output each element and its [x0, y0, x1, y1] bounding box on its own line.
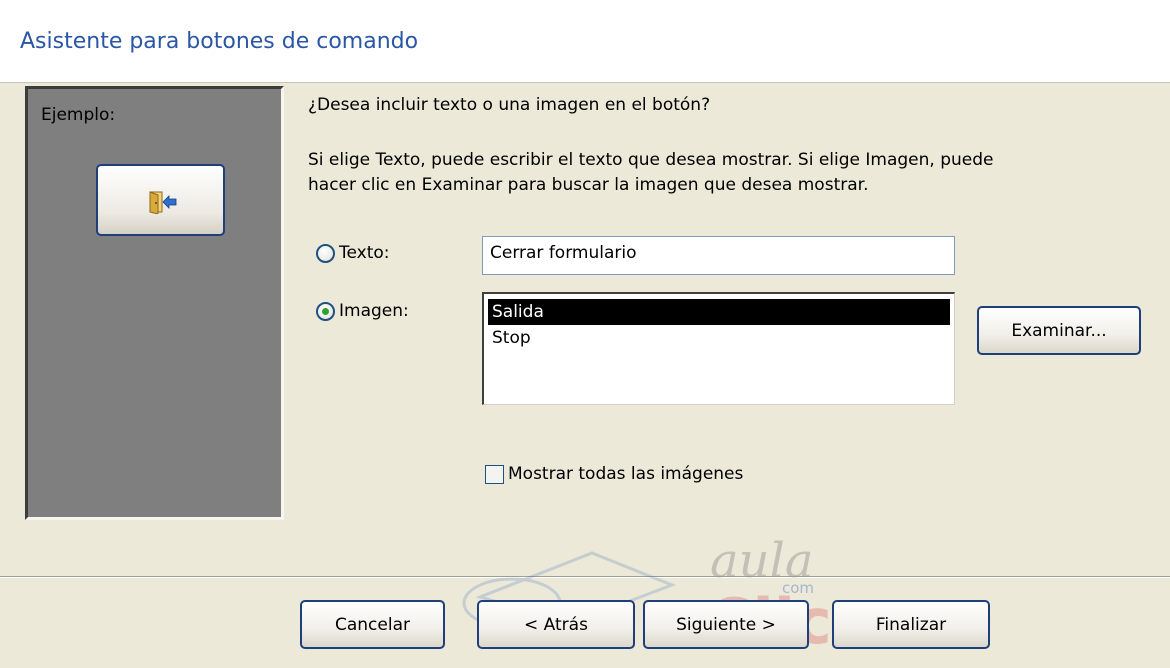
example-preview-panel: Ejemplo: [25, 86, 284, 520]
prompt-question: ¿Desea incluir texto o una imagen en el … [308, 95, 711, 115]
next-button[interactable]: Siguiente > [643, 600, 809, 649]
button-text-input[interactable]: Cerrar formulario [482, 236, 955, 275]
wizard-header: Asistente para botones de comando [0, 0, 1170, 83]
exit-door-icon [149, 191, 177, 214]
finish-button[interactable]: Finalizar [832, 600, 990, 649]
text-radio-label: Texto: [339, 243, 390, 263]
footer-divider-highlight [0, 577, 1170, 578]
text-option[interactable]: Texto: [316, 243, 390, 263]
example-label: Ejemplo: [41, 105, 116, 125]
text-radio[interactable] [316, 243, 335, 263]
show-all-images-label: Mostrar todas las imágenes [508, 464, 744, 484]
example-preview-button [96, 164, 225, 236]
watermark-top-text: aula [710, 533, 814, 589]
image-radio[interactable] [316, 301, 335, 321]
show-all-images-option[interactable]: Mostrar todas las imágenes [485, 464, 743, 484]
cancel-button[interactable]: Cancelar [300, 600, 445, 649]
image-radio-label: Imagen: [339, 301, 409, 321]
wizard-title: Asistente para botones de comando [20, 29, 419, 54]
prompt-description-line-1: Si elige Texto, puede escribir el texto … [308, 150, 994, 170]
image-option[interactable]: Imagen: [316, 301, 409, 321]
watermark-com-text: com [782, 579, 814, 597]
back-button[interactable]: < Atrás [477, 600, 635, 649]
prompt-description-line-2: hacer clic en Examinar para buscar la im… [308, 175, 869, 195]
browse-button[interactable]: Examinar... [977, 306, 1141, 355]
list-item[interactable]: Salida [488, 299, 950, 325]
list-item[interactable]: Stop [488, 325, 950, 351]
show-all-images-checkbox[interactable] [485, 464, 504, 484]
image-listbox[interactable]: Salida Stop [482, 292, 955, 405]
